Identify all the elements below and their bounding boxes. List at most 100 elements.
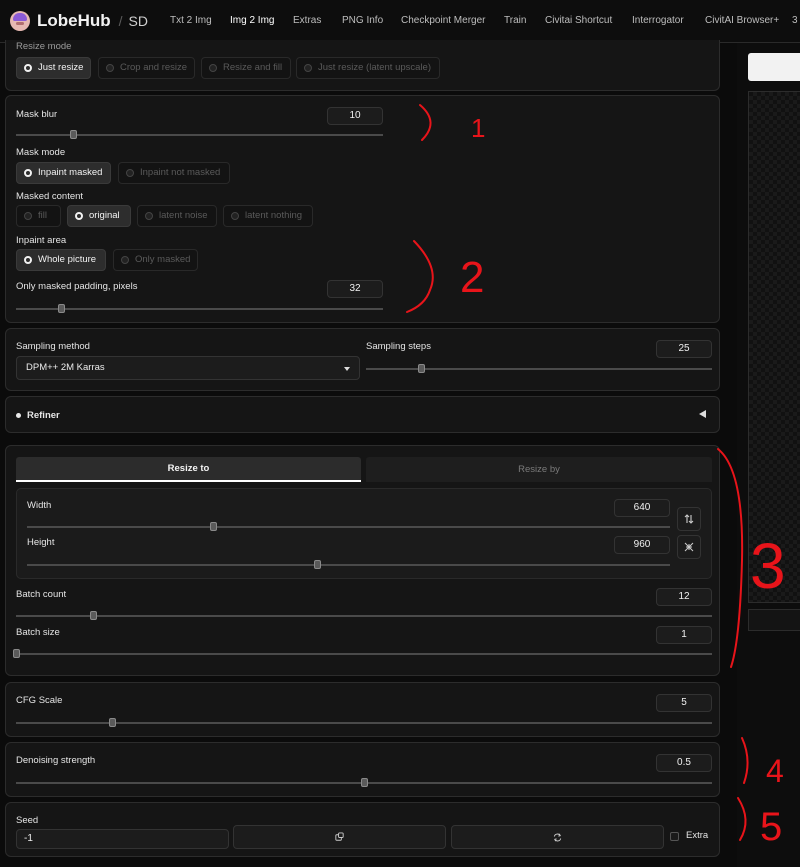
seed-label: Seed — [16, 815, 39, 826]
radio-just-resize-latent[interactable]: Just resize (latent upscale) — [296, 57, 440, 79]
image-canvas[interactable] — [748, 91, 800, 603]
inpaint-area-label: Inpaint area — [16, 235, 67, 246]
swap-dimensions-button[interactable] — [677, 507, 701, 531]
batch-count-label: Batch count — [16, 589, 67, 600]
slider-thumb[interactable] — [418, 364, 426, 373]
collapse-arrow-icon[interactable] — [699, 410, 706, 418]
sampling-method-select[interactable]: DPM++ 2M Karras — [16, 356, 360, 380]
width-slider[interactable] — [27, 522, 670, 531]
tab-img2img[interactable]: Img 2 Img — [230, 15, 274, 26]
denoising-input[interactable]: 0.5 — [656, 754, 712, 772]
slider-thumb[interactable] — [313, 560, 321, 569]
sampling-steps-label: Sampling steps — [366, 341, 431, 352]
tab-extras[interactable]: Extras — [293, 15, 321, 26]
radio-fill[interactable]: fill — [16, 205, 61, 227]
batch-count-input[interactable]: 12 — [656, 588, 712, 606]
chevron-down-icon — [344, 367, 350, 371]
radio-inpaint-masked[interactable]: Inpaint masked — [16, 162, 111, 184]
tab-png-info[interactable]: PNG Info — [342, 15, 383, 26]
brand-product: SD — [128, 13, 148, 29]
image-preview-column — [737, 43, 800, 867]
height-slider[interactable] — [27, 560, 670, 569]
mask-mode-label: Mask mode — [16, 147, 66, 158]
sampling-panel: Sampling method DPM++ 2M Karras Sampling… — [5, 328, 720, 391]
dice-icon — [335, 831, 344, 841]
cfg-scale-input[interactable]: 5 — [656, 694, 712, 712]
mask-blur-input[interactable]: 10 — [327, 107, 383, 125]
mask-blur-slider[interactable] — [16, 130, 383, 139]
tab-resize-to[interactable]: Resize to — [16, 457, 361, 482]
denoising-panel: Denoising strength 0.5 — [5, 742, 720, 797]
radio-just-resize[interactable]: Just resize — [16, 57, 91, 79]
sampling-steps-slider[interactable] — [366, 364, 712, 373]
radio-dot — [126, 169, 134, 177]
tab-civitai-browser[interactable]: CivitAI Browser+ — [705, 15, 779, 26]
aspect-ratio-icon — [684, 542, 694, 552]
cfg-scale-slider[interactable] — [16, 718, 712, 727]
slider-thumb[interactable] — [89, 611, 97, 620]
slider-thumb[interactable] — [12, 649, 20, 658]
slider-thumb[interactable] — [108, 718, 116, 727]
mask-blur-label: Mask blur — [16, 109, 58, 120]
radio-original[interactable]: original — [67, 205, 131, 227]
radio-whole-picture[interactable]: Whole picture — [16, 249, 106, 271]
denoising-label: Denoising strength — [16, 755, 96, 766]
radio-crop-and-resize[interactable]: Crop and resize — [98, 57, 195, 79]
resize-mode-label: Resize mode — [16, 41, 72, 52]
tab-txt2img[interactable]: Txt 2 Img — [170, 15, 212, 26]
image-footer-bar — [748, 609, 800, 631]
height-label: Height — [27, 537, 55, 548]
padding-slider[interactable] — [16, 304, 383, 313]
logo[interactable]: LobeHub / SD — [10, 10, 148, 32]
extra-checkbox[interactable] — [670, 832, 679, 841]
sampling-method-label: Sampling method — [16, 341, 90, 352]
padding-label: Only masked padding, pixels — [16, 281, 138, 292]
refiner-checkbox-icon[interactable] — [16, 413, 21, 418]
radio-dot — [304, 64, 312, 72]
radio-dot — [145, 212, 153, 220]
slider-thumb[interactable] — [360, 778, 368, 787]
tab-overflow[interactable]: 3 — [792, 15, 798, 26]
tab-resize-by[interactable]: Resize by — [366, 457, 712, 482]
top-bar: LobeHub / SD Txt 2 Img Img 2 Img Extras … — [0, 0, 800, 43]
batch-count-slider[interactable] — [16, 611, 712, 620]
radio-dot — [24, 212, 32, 220]
refiner-label: Refiner — [27, 410, 60, 421]
swap-dimensions-icon — [684, 514, 694, 524]
radio-resize-and-fill[interactable]: Resize and fill — [201, 57, 291, 79]
radio-latent-nothing[interactable]: latent nothing — [223, 205, 313, 227]
width-input[interactable]: 640 — [614, 499, 670, 517]
width-label: Width — [27, 500, 52, 511]
slider-thumb[interactable] — [210, 522, 218, 531]
radio-dot — [106, 64, 114, 72]
sampling-steps-input[interactable]: 25 — [656, 340, 712, 358]
tab-checkpoint-merger[interactable]: Checkpoint Merger — [401, 15, 485, 26]
height-input[interactable]: 960 — [614, 536, 670, 554]
tab-civitai-shortcut[interactable]: Civitai Shortcut — [545, 15, 612, 26]
inpaint-panel: Mask blur 10 Mask mode Inpaint masked In… — [5, 95, 720, 323]
radio-only-masked[interactable]: Only masked — [113, 249, 198, 271]
radio-dot — [24, 64, 32, 72]
radio-dot — [231, 212, 239, 220]
batch-size-input[interactable]: 1 — [656, 626, 712, 644]
radio-inpaint-not-masked[interactable]: Inpaint not masked — [118, 162, 230, 184]
seed-panel: Seed -1 Extra — [5, 802, 720, 857]
seed-input[interactable]: -1 — [16, 829, 229, 849]
image-toolbar-button[interactable] — [748, 53, 800, 81]
refiner-accordion[interactable]: Refiner — [5, 396, 720, 433]
slider-thumb[interactable] — [58, 304, 66, 313]
random-seed-button[interactable] — [233, 825, 446, 849]
aspect-ratio-button[interactable] — [677, 535, 701, 559]
slider-thumb[interactable] — [69, 130, 77, 139]
tab-interrogator[interactable]: Interrogator — [632, 15, 684, 26]
radio-latent-noise[interactable]: latent noise — [137, 205, 217, 227]
radio-dot — [24, 169, 32, 177]
tab-train[interactable]: Train — [504, 15, 526, 26]
reuse-seed-button[interactable] — [451, 825, 664, 849]
batch-size-label: Batch size — [16, 627, 60, 638]
denoising-slider[interactable] — [16, 778, 712, 787]
padding-input[interactable]: 32 — [327, 280, 383, 298]
brand-name: LobeHub — [37, 11, 111, 30]
batch-size-slider[interactable] — [12, 649, 712, 658]
lobehub-logo-icon — [10, 11, 30, 31]
